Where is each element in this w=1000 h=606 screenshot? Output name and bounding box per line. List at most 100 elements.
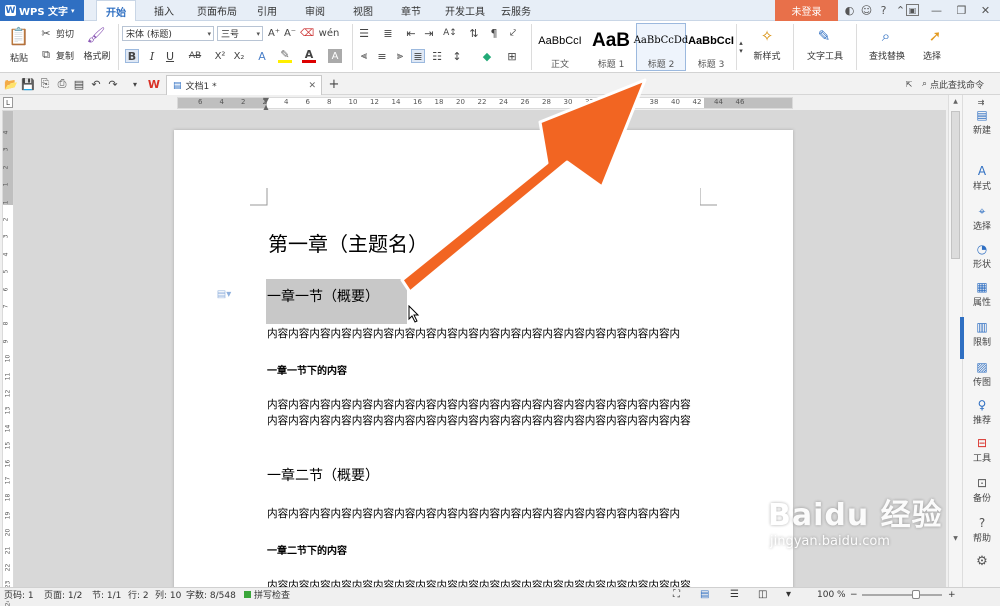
- page-view-icon[interactable]: ▤: [700, 588, 709, 601]
- app-menu-button[interactable]: W WPS 文字 ▾: [0, 0, 84, 21]
- tab-references[interactable]: 引用: [250, 0, 284, 21]
- grow-font-icon[interactable]: A⁺: [267, 26, 281, 40]
- zoom-slider-thumb[interactable]: [912, 589, 920, 599]
- document-page[interactable]: [174, 130, 793, 590]
- zoom-in-icon[interactable]: +: [948, 588, 956, 601]
- new-style-button[interactable]: 新样式: [748, 49, 786, 62]
- sidebar-item-select[interactable]: ⌖ 选择: [963, 203, 1000, 233]
- subscript-icon[interactable]: X₂: [232, 49, 246, 63]
- tab-cloud[interactable]: 云服务: [496, 0, 536, 21]
- style-heading-2[interactable]: AaBbCcDd 标题 2: [634, 23, 688, 71]
- justify-icon[interactable]: ≣: [411, 49, 425, 63]
- print-icon[interactable]: ⎙: [55, 77, 69, 91]
- body-text[interactable]: 内容内容内容内容内容内容内容内容内容内容内容内容内容内容内容内容内容内容内容内容: [267, 397, 691, 412]
- outline-view-icon[interactable]: ☰: [730, 588, 739, 601]
- numbered-list-icon[interactable]: ≣: [381, 26, 395, 40]
- status-word-count[interactable]: 字数: 8/548: [186, 588, 236, 601]
- command-search[interactable]: ⌕ 点此查找命令: [922, 76, 1000, 92]
- paste-button[interactable]: 粘贴: [4, 51, 34, 64]
- align-center-icon[interactable]: ≡: [375, 49, 389, 63]
- text-tools-button[interactable]: 文字工具: [800, 49, 850, 62]
- vertical-ruler[interactable]: 4 3 2 1 1 2 3 4 5 6 7 8 9 10 11 12 13 14 15 16 17 18 19 20 21 22 2…: [2, 110, 14, 606]
- section-heading-2[interactable]: 一章二节（概要）: [267, 465, 379, 485]
- section-heading-1[interactable]: 一章一节（概要）: [267, 286, 379, 306]
- scrollbar-thumb[interactable]: [951, 111, 960, 259]
- tab-chapter[interactable]: 章节: [394, 0, 428, 21]
- copy-icon[interactable]: ⧉: [40, 48, 52, 61]
- settings-gear-icon[interactable]: ⚙: [975, 553, 989, 569]
- tab-list-icon[interactable]: ⇱: [902, 78, 916, 90]
- font-color-icon[interactable]: A: [302, 48, 316, 63]
- spell-check-toggle[interactable]: 拼写检查: [244, 588, 290, 601]
- sidebar-item-new[interactable]: ▤ 新建: [963, 107, 1000, 136]
- status-page-code[interactable]: 页码: 1: [4, 588, 34, 601]
- italic-icon[interactable]: I: [145, 49, 159, 63]
- bold-icon[interactable]: B: [125, 49, 139, 63]
- subheading-2[interactable]: 一章二节下的内容: [267, 542, 347, 557]
- sidebar-item-help[interactable]: ? 帮助: [963, 515, 1000, 544]
- tab-stop-selector-icon[interactable]: L: [3, 97, 13, 108]
- align-right-icon[interactable]: ⫸: [393, 49, 407, 63]
- char-shading-icon[interactable]: A: [328, 49, 342, 63]
- cut-button[interactable]: 剪切: [54, 27, 76, 40]
- feedback-icon[interactable]: ☺: [859, 3, 874, 18]
- format-painter-button[interactable]: 格式刷: [80, 49, 114, 62]
- copy-button[interactable]: 复制: [54, 49, 76, 62]
- close-tab-icon[interactable]: ✕: [308, 81, 316, 91]
- skin-icon[interactable]: ◐: [842, 3, 857, 18]
- style-heading-1[interactable]: AaB 标题 1: [586, 23, 636, 71]
- minimize-icon[interactable]: —: [929, 3, 944, 18]
- new-style-icon[interactable]: ✧: [757, 26, 777, 46]
- open-folder-icon[interactable]: 📂: [4, 77, 18, 91]
- sidebar-collapse-icon[interactable]: ⇉: [975, 97, 987, 107]
- text-tools-icon[interactable]: ✎: [814, 26, 834, 46]
- line-spacing-icon[interactable]: ↕: [450, 49, 464, 63]
- subheading-1[interactable]: 一章一节下的内容: [267, 362, 347, 377]
- chapter-title[interactable]: 第一章（主题名）: [268, 228, 428, 257]
- undo-icon[interactable]: ↶: [89, 77, 103, 91]
- sidebar-item-shape[interactable]: ◔ 形状: [963, 241, 1000, 270]
- sidebar-item-tools[interactable]: ⊟ 工具: [963, 435, 1000, 464]
- bullet-list-icon[interactable]: ☰: [357, 26, 371, 40]
- sidebar-item-properties[interactable]: ▦ 属性: [963, 279, 1000, 308]
- align-left-icon[interactable]: ⫷: [357, 49, 371, 63]
- sort-icon[interactable]: ⇅: [467, 26, 481, 40]
- login-button[interactable]: 未登录: [775, 0, 838, 21]
- zoom-slider[interactable]: [862, 588, 942, 601]
- paragraph-settings-icon[interactable]: ⤦: [506, 26, 520, 40]
- body-text[interactable]: 内容内容内容内容内容内容内容内容内容内容内容内容内容内容内容内容内容内容内容内: [267, 506, 680, 521]
- tab-developer[interactable]: 开发工具: [440, 0, 490, 21]
- body-text[interactable]: 内容内容内容内容内容内容内容内容内容内容内容内容内容内容内容内容内容内容内容内容: [267, 578, 691, 587]
- status-row[interactable]: 行: 2: [128, 588, 149, 601]
- sidebar-item-recommend[interactable]: ♀ 推荐: [963, 397, 1000, 426]
- superscript-icon[interactable]: X²: [213, 49, 227, 63]
- close-icon[interactable]: ✕: [978, 3, 993, 18]
- status-column[interactable]: 列: 10: [155, 588, 181, 601]
- focus-mode-icon[interactable]: ⛶: [673, 588, 680, 601]
- paragraph-mark-icon[interactable]: ¶: [487, 26, 501, 40]
- zoom-level[interactable]: 100 %: [817, 588, 846, 601]
- redo-icon[interactable]: ↷: [106, 77, 120, 91]
- decrease-indent-icon[interactable]: ⇤: [404, 26, 418, 40]
- tab-insert[interactable]: 插入: [146, 0, 182, 21]
- tab-view[interactable]: 视图: [346, 0, 380, 21]
- body-text[interactable]: 内容内容内容内容内容内容内容内容内容内容内容内容内容内容内容内容内容内容内容内: [267, 326, 680, 341]
- paste-icon[interactable]: 📋: [8, 26, 30, 48]
- styles-more-icon[interactable]: ▴ ▾: [736, 24, 745, 70]
- tab-start[interactable]: 开始: [96, 0, 136, 22]
- find-replace-button[interactable]: 查找替换: [862, 49, 912, 62]
- protect-view-icon[interactable]: ▾: [786, 588, 791, 601]
- customize-quick-access-icon[interactable]: ▾: [128, 77, 142, 91]
- font-size-select[interactable]: 三号 ▾: [217, 26, 263, 41]
- sidebar-item-backup[interactable]: ⊡ 备份: [963, 475, 1000, 504]
- scroll-down-icon[interactable]: ▼: [951, 535, 960, 543]
- zoom-out-icon[interactable]: −: [850, 588, 858, 601]
- phonetic-icon[interactable]: wén: [319, 26, 340, 40]
- shrink-font-icon[interactable]: A⁻: [283, 26, 297, 40]
- find-replace-icon[interactable]: ⌕: [876, 26, 896, 46]
- paragraph-options-icon[interactable]: ▤▾: [214, 288, 234, 300]
- new-tab-icon[interactable]: +: [327, 77, 341, 92]
- status-page[interactable]: 页面: 1/2: [44, 588, 82, 601]
- underline-icon[interactable]: U: [163, 49, 177, 63]
- sidebar-item-style[interactable]: A 样式: [963, 163, 1000, 192]
